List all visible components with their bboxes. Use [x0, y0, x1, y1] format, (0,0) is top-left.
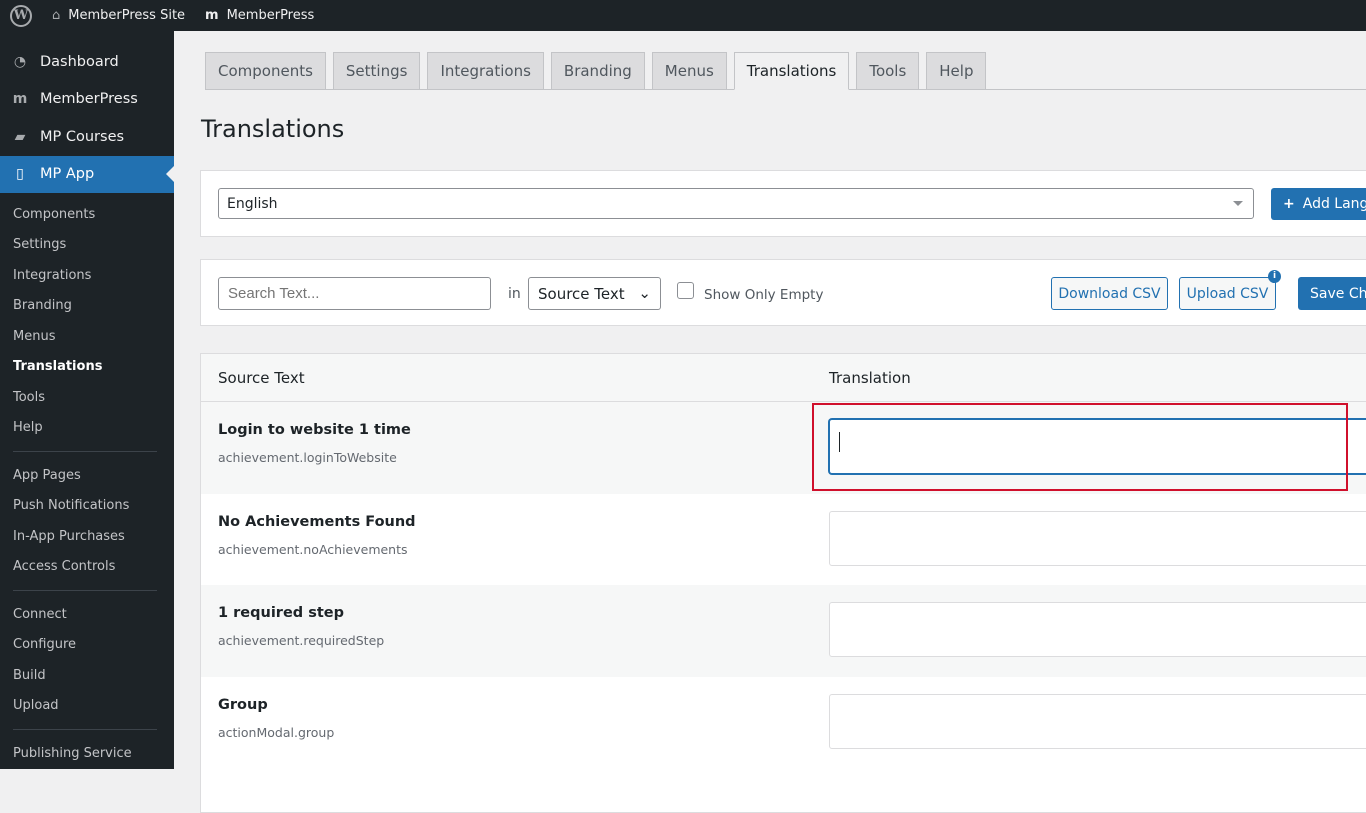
- divider: [13, 590, 157, 591]
- translation-input[interactable]: [829, 694, 1366, 749]
- tab-tools[interactable]: Tools: [856, 52, 919, 90]
- source-key: achievement.requiredStep: [218, 633, 384, 648]
- tab-settings[interactable]: Settings: [333, 52, 421, 90]
- menu-mp-app[interactable]: ▯ MP App: [0, 156, 174, 194]
- submenu-translations[interactable]: Translations: [0, 352, 174, 383]
- tab-bar: Components Settings Integrations Brandin…: [205, 52, 1366, 90]
- field-select-value: Source Text: [538, 285, 625, 303]
- submenu-integrations[interactable]: Integrations: [0, 260, 174, 291]
- memberpress-icon: m: [205, 8, 219, 23]
- submenu-help[interactable]: Help: [0, 413, 174, 444]
- source-text: 1 required step: [218, 605, 344, 621]
- show-empty-label: Show Only Empty: [704, 287, 823, 303]
- download-csv-button[interactable]: Download CSV: [1051, 277, 1168, 310]
- save-changes-button[interactable]: Save Changes: [1298, 277, 1366, 310]
- source-key: actionModal.group: [218, 725, 334, 740]
- table-row: No Achievements Found achievement.noAchi…: [201, 494, 1366, 586]
- menu-mp-courses[interactable]: ▰ MP Courses: [0, 118, 174, 156]
- wordpress-logo[interactable]: W: [0, 0, 42, 31]
- source-key: achievement.loginToWebsite: [218, 450, 397, 465]
- upload-csv-button[interactable]: Upload CSV: [1179, 277, 1276, 310]
- translation-input[interactable]: [829, 602, 1366, 657]
- submenu-connect[interactable]: Connect: [0, 599, 174, 630]
- show-empty-checkbox[interactable]: [677, 282, 694, 299]
- tab-help[interactable]: Help: [926, 52, 986, 90]
- site-name: MemberPress Site: [68, 8, 185, 23]
- source-text: Login to website 1 time: [218, 422, 411, 438]
- submenu-menus[interactable]: Menus: [0, 321, 174, 352]
- home-icon: ⌂: [52, 8, 60, 23]
- language-panel: English + Add Language: [200, 170, 1366, 237]
- submenu-upload[interactable]: Upload: [0, 691, 174, 722]
- submenu-tools[interactable]: Tools: [0, 382, 174, 413]
- source-text: Group: [218, 697, 268, 713]
- main-content: Components Settings Integrations Brandin…: [174, 31, 1366, 769]
- column-translation: Translation: [829, 369, 911, 387]
- divider: [13, 451, 157, 452]
- memberpress-link[interactable]: m MemberPress: [195, 0, 324, 31]
- dashboard-icon: ◔: [10, 54, 30, 70]
- menu-label: MP App: [40, 166, 94, 182]
- submenu-build[interactable]: Build: [0, 660, 174, 691]
- menu-dashboard[interactable]: ◔ Dashboard: [0, 43, 174, 81]
- toolbar-panel: in Source Text ⌄ Show Only Empty Download…: [200, 259, 1366, 326]
- tab-integrations[interactable]: Integrations: [427, 52, 543, 90]
- menu-label: Dashboard: [40, 54, 119, 70]
- memberpress-icon: m: [10, 91, 30, 107]
- dropdown-arrow-icon: [1233, 201, 1243, 211]
- plus-icon: +: [1283, 196, 1295, 212]
- column-source-text: Source Text: [218, 369, 829, 387]
- menu-memberpress[interactable]: m MemberPress: [0, 81, 174, 119]
- language-select[interactable]: English: [218, 188, 1254, 219]
- submenu-app-pages[interactable]: App Pages: [0, 460, 174, 491]
- page-title: Translations: [201, 115, 344, 143]
- info-icon[interactable]: i: [1268, 270, 1281, 283]
- translation-input[interactable]: [829, 511, 1366, 566]
- in-label: in: [508, 286, 521, 302]
- admin-sidebar: ◔ Dashboard m MemberPress ▰ MP Courses ▯ MP …: [0, 31, 174, 769]
- submenu-push-notifications[interactable]: Push Notifications: [0, 491, 174, 522]
- submenu-settings[interactable]: Settings: [0, 230, 174, 261]
- highlight-annotation: [812, 403, 1348, 491]
- table-row: Group actionModal.group: [201, 677, 1366, 769]
- tab-menus[interactable]: Menus: [652, 52, 727, 90]
- tab-translations[interactable]: Translations: [734, 52, 850, 90]
- table-row: 1 required step achievement.requiredStep: [201, 585, 1366, 677]
- tab-branding[interactable]: Branding: [551, 52, 645, 90]
- field-select[interactable]: Source Text ⌄: [528, 277, 661, 310]
- submenu-configure[interactable]: Configure: [0, 630, 174, 661]
- chevron-down-icon: ⌄: [638, 284, 651, 302]
- divider: [13, 729, 157, 730]
- source-text: No Achievements Found: [218, 514, 416, 530]
- language-value: English: [227, 196, 278, 212]
- menu-label: MemberPress: [40, 91, 138, 107]
- submenu-publishing-service[interactable]: Publishing Service: [0, 738, 174, 769]
- menu-label: MP Courses: [40, 129, 124, 145]
- source-key: achievement.noAchievements: [218, 542, 408, 557]
- courses-icon: ▰: [10, 129, 30, 145]
- tab-components[interactable]: Components: [205, 52, 326, 90]
- search-input[interactable]: [218, 277, 491, 310]
- app-icon: ▯: [10, 166, 30, 182]
- admin-bar: W ⌂ MemberPress Site m MemberPress: [0, 0, 1366, 31]
- submenu-components[interactable]: Components: [0, 199, 174, 230]
- plugin-name: MemberPress: [227, 8, 315, 23]
- add-language-label: Add Language: [1303, 196, 1366, 212]
- wordpress-icon: W: [10, 5, 32, 27]
- add-language-button[interactable]: + Add Language: [1271, 188, 1366, 220]
- submenu-branding[interactable]: Branding: [0, 291, 174, 322]
- table-header: Source Text Translation: [201, 354, 1366, 402]
- site-link[interactable]: ⌂ MemberPress Site: [42, 0, 195, 31]
- submenu-in-app-purchases[interactable]: In-App Purchases: [0, 521, 174, 552]
- submenu-access-controls[interactable]: Access Controls: [0, 552, 174, 583]
